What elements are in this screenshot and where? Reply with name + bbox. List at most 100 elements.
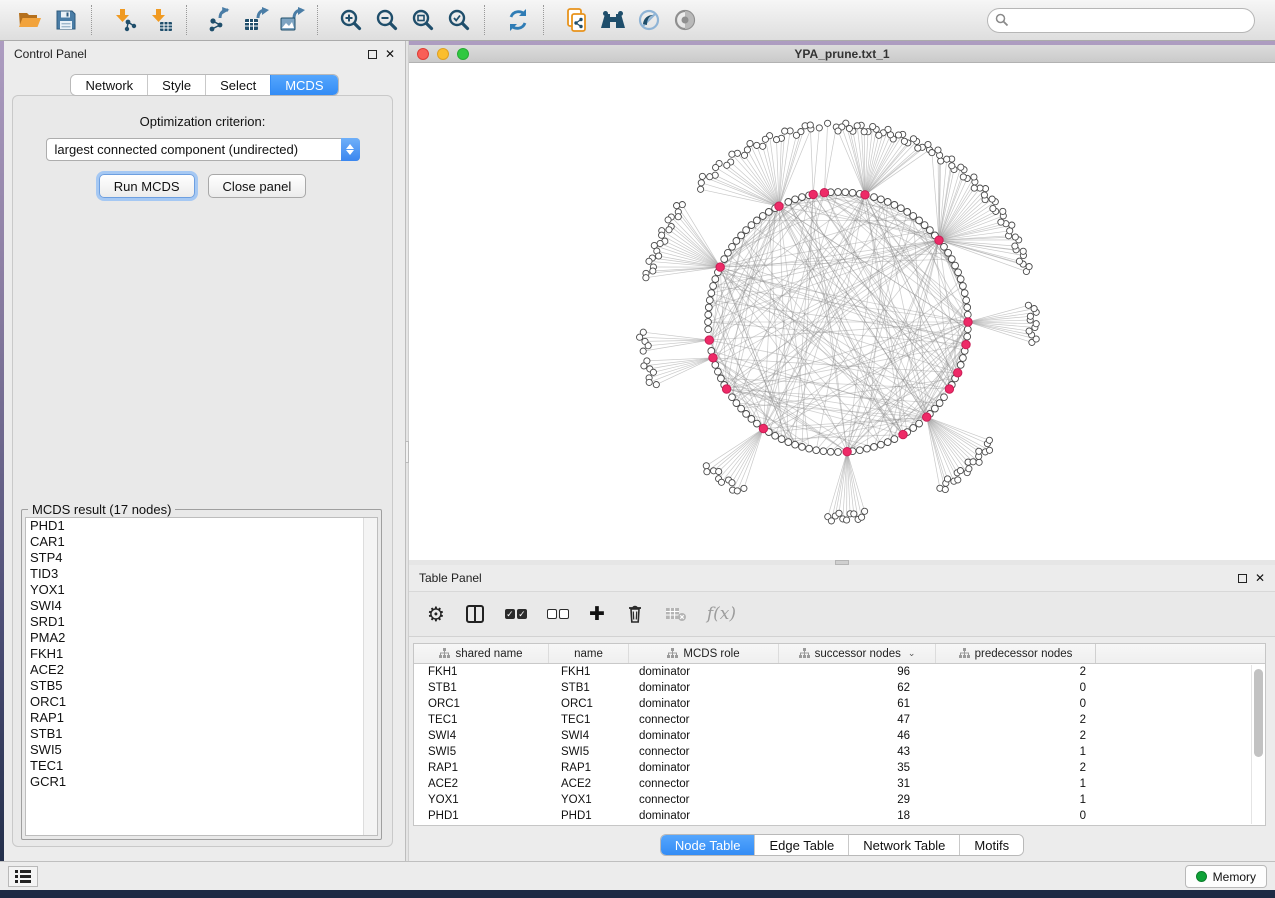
graph-node[interactable] xyxy=(960,283,967,290)
mcds-result-item[interactable]: SWI4 xyxy=(26,598,377,614)
graph-node[interactable] xyxy=(1026,264,1032,270)
graph-node[interactable] xyxy=(640,348,646,354)
hide-details-icon[interactable] xyxy=(631,3,667,37)
network-window-titlebar[interactable]: YPA_prune.txt_1 xyxy=(409,45,1275,63)
graph-node[interactable] xyxy=(716,468,722,474)
graph-node[interactable] xyxy=(754,420,761,427)
export-table-icon[interactable] xyxy=(238,3,274,37)
table-row[interactable]: FKH1FKH1dominator962 xyxy=(414,664,1265,680)
graph-node[interactable] xyxy=(952,262,959,269)
search-input[interactable] xyxy=(987,8,1255,33)
tab-network-table[interactable]: Network Table xyxy=(848,835,959,855)
graph-node[interactable] xyxy=(792,441,799,448)
graph-node[interactable] xyxy=(793,132,799,138)
graph-node[interactable] xyxy=(710,283,717,290)
graph-node[interactable] xyxy=(708,290,715,297)
graph-hub-node[interactable] xyxy=(962,340,970,348)
memory-button[interactable]: Memory xyxy=(1185,865,1267,888)
mcds-result-item[interactable]: STB5 xyxy=(26,678,377,694)
graph-node[interactable] xyxy=(718,479,724,485)
graph-node[interactable] xyxy=(759,213,766,220)
create-column-icon[interactable]: ✚ xyxy=(589,599,605,629)
graph-node[interactable] xyxy=(747,140,753,146)
graph-node[interactable] xyxy=(707,174,713,180)
select-all-columns-icon[interactable]: ✓✓ xyxy=(505,599,527,629)
graph-node[interactable] xyxy=(816,125,822,131)
graph-node[interactable] xyxy=(955,477,961,483)
binoculars-icon[interactable] xyxy=(595,3,631,37)
graph-node[interactable] xyxy=(754,142,760,148)
graph-node[interactable] xyxy=(724,162,730,168)
graph-node[interactable] xyxy=(990,205,996,211)
graph-hub-node[interactable] xyxy=(945,385,953,393)
graph-node[interactable] xyxy=(656,253,662,259)
tab-motifs[interactable]: Motifs xyxy=(959,835,1023,855)
graph-hub-node[interactable] xyxy=(954,369,962,377)
graph-node[interactable] xyxy=(637,334,643,340)
graph-node[interactable] xyxy=(981,192,987,198)
graph-node[interactable] xyxy=(958,164,964,170)
graph-hub-node[interactable] xyxy=(716,263,724,271)
mcds-result-item[interactable]: GCR1 xyxy=(26,774,377,790)
graph-node[interactable] xyxy=(932,405,939,412)
graph-node[interactable] xyxy=(705,326,712,333)
graph-node[interactable] xyxy=(705,319,712,326)
graph-hub-node[interactable] xyxy=(861,191,869,199)
graph-node[interactable] xyxy=(646,258,652,264)
column-header-shared-name[interactable]: shared name xyxy=(414,644,549,663)
graph-node[interactable] xyxy=(836,510,842,516)
mcds-result-list[interactable]: PHD1CAR1STP4TID3YOX1SWI4SRD1PMA2FKH1ACE2… xyxy=(25,517,378,836)
mcds-result-item[interactable]: RAP1 xyxy=(26,710,377,726)
graph-node[interactable] xyxy=(825,120,831,126)
unselect-all-columns-icon[interactable] xyxy=(547,599,569,629)
mcds-result-item[interactable]: STB1 xyxy=(26,726,377,742)
graph-node[interactable] xyxy=(729,394,736,401)
graph-node[interactable] xyxy=(949,163,955,169)
graph-node[interactable] xyxy=(971,174,977,180)
graph-node[interactable] xyxy=(665,217,671,223)
graph-node[interactable] xyxy=(891,436,898,443)
graph-node[interactable] xyxy=(715,368,722,375)
graph-node[interactable] xyxy=(729,480,735,486)
graph-node[interactable] xyxy=(641,363,647,369)
mcds-result-item[interactable]: TID3 xyxy=(26,566,377,582)
graph-node[interactable] xyxy=(706,297,713,304)
graph-node[interactable] xyxy=(842,189,849,196)
graph-node[interactable] xyxy=(910,425,917,432)
mcds-list-scrollbar[interactable] xyxy=(363,518,377,835)
export-image-icon[interactable] xyxy=(274,3,310,37)
graph-node[interactable] xyxy=(1000,208,1006,214)
table-row[interactable]: STB1STB1dominator620 xyxy=(414,680,1265,696)
graph-node[interactable] xyxy=(941,243,948,250)
graph-node[interactable] xyxy=(738,232,745,239)
graph-node[interactable] xyxy=(989,196,995,202)
criterion-dropdown[interactable]: largest connected component (undirected) xyxy=(46,138,360,161)
graph-hub-node[interactable] xyxy=(775,202,783,210)
zoom-fit-icon[interactable] xyxy=(405,3,441,37)
zoom-in-icon[interactable] xyxy=(333,3,369,37)
table-row[interactable]: PHD1PHD1dominator180 xyxy=(414,808,1265,824)
graph-node[interactable] xyxy=(895,132,901,138)
graph-node[interactable] xyxy=(650,268,656,274)
mcds-result-item[interactable]: TEC1 xyxy=(26,758,377,774)
zoom-selected-icon[interactable] xyxy=(441,3,477,37)
graph-node[interactable] xyxy=(666,227,672,233)
graph-node[interactable] xyxy=(813,447,820,454)
graph-node[interactable] xyxy=(904,209,911,216)
graph-node[interactable] xyxy=(712,276,719,283)
graph-node[interactable] xyxy=(925,141,931,147)
graph-node[interactable] xyxy=(674,203,680,209)
graph-node[interactable] xyxy=(976,448,982,454)
column-header-name[interactable]: name xyxy=(549,644,629,663)
float-panel-icon[interactable] xyxy=(1238,574,1247,583)
graph-node[interactable] xyxy=(765,209,772,216)
graph-hub-node[interactable] xyxy=(923,413,931,421)
graph-node[interactable] xyxy=(878,196,885,203)
graph-node[interactable] xyxy=(1025,302,1031,308)
graph-node[interactable] xyxy=(835,128,841,134)
export-network-icon[interactable] xyxy=(202,3,238,37)
graph-node[interactable] xyxy=(929,150,935,156)
show-details-icon[interactable] xyxy=(667,3,703,37)
graph-hub-node[interactable] xyxy=(964,318,972,326)
graph-node[interactable] xyxy=(806,445,813,452)
